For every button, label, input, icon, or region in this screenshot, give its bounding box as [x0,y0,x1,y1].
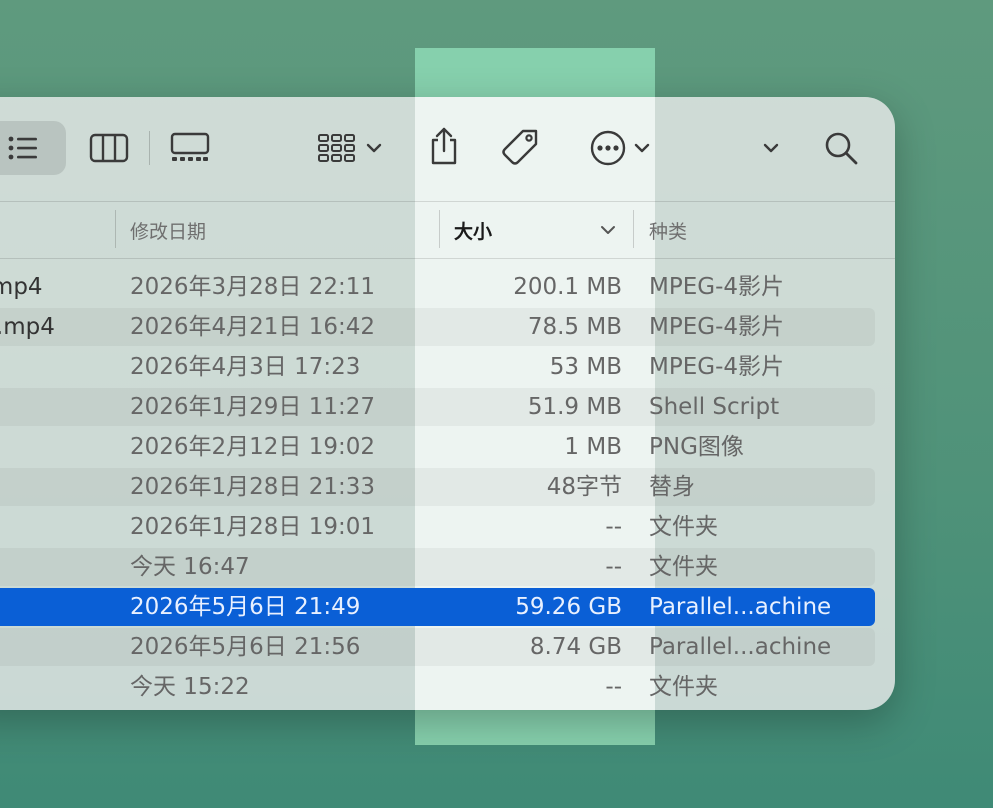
gallery-view-icon [170,132,210,161]
file-date: 2026年4月3日 17:23 [130,354,361,380]
file-row[interactable]: 9].mp4 2026年3月28日 22:11 200.1 MB MPEG-4影… [0,268,875,306]
expand-chevron-icon [763,143,779,153]
search-icon [825,132,858,165]
file-name [0,468,110,506]
file-date: 2026年5月6日 21:49 [130,594,361,620]
file-row-selected[interactable]: 2026年5月6日 21:49 59.26 GB Parallel...achi… [0,588,875,626]
file-kind: Parallel...achine [649,594,832,620]
chevron-down-icon [634,143,650,153]
file-kind: Shell Script [649,394,780,420]
file-kind: MPEG-4影片 [649,354,785,380]
file-size: -- [605,554,622,580]
file-date: 2026年1月29日 11:27 [130,394,376,420]
file-size: 200.1 MB [513,274,622,300]
file-date: 今天 16:47 [130,554,250,580]
finder-window: 修改日期 大小 种类 9].mp4 2026年3月28日 22:11 200.1… [0,97,895,710]
file-size: -- [605,514,622,540]
file-row[interactable]: 2026年1月28日 21:33 48字节 替身 [0,468,875,506]
file-name [0,388,110,426]
file-date: 2026年5月6日 21:56 [130,634,361,660]
kind-column-header[interactable]: 种类 [649,202,687,258]
list-view-icon [8,136,37,160]
column-view-button[interactable] [84,127,134,169]
expand-toolbar-button[interactable] [756,133,786,163]
tag-button[interactable] [498,125,544,171]
file-row[interactable]: 今天 16:47 -- 文件夹 [0,548,875,586]
chevron-down-icon [366,143,382,153]
group-button[interactable] [310,127,390,169]
file-row[interactable]: La].mp4 2026年4月21日 16:42 78.5 MB MPEG-4影… [0,308,875,346]
more-icon [590,130,626,166]
file-name [0,548,110,586]
sort-descending-icon [601,226,615,234]
file-kind: 文件夹 [649,514,718,540]
size-column-header[interactable]: 大小 [454,202,616,258]
share-icon [431,127,457,165]
file-row[interactable]: 2026年4月3日 17:23 53 MB MPEG-4影片 [0,348,875,386]
file-date: 2026年2月12日 19:02 [130,434,376,460]
file-size: 51.9 MB [527,394,622,420]
search-button[interactable] [820,127,862,169]
file-name [0,428,110,466]
file-name [0,628,110,666]
column-view-icon [89,133,129,163]
file-size: 59.26 GB [515,594,622,620]
file-kind: PNG图像 [649,434,744,460]
file-kind: MPEG-4影片 [649,314,785,340]
file-size: -- [605,674,622,700]
file-name [0,508,110,546]
file-row[interactable]: 2026年1月28日 19:01 -- 文件夹 [0,508,875,546]
file-date: 2026年3月28日 22:11 [130,274,376,300]
more-actions-button[interactable] [582,127,658,169]
file-kind: Parallel...achine [649,634,832,660]
file-row[interactable]: 今天 15:22 -- 文件夹 [0,668,875,706]
file-kind: MPEG-4影片 [649,274,785,300]
toolbar [0,97,895,201]
file-size: 1 MB [564,434,622,460]
date-column-header[interactable]: 修改日期 [130,202,206,258]
file-date: 2026年4月21日 16:42 [130,314,376,340]
file-date: 2026年1月28日 19:01 [130,514,376,540]
gallery-view-button[interactable] [165,127,215,169]
tag-icon [502,129,538,165]
file-size: 78.5 MB [527,314,622,340]
file-size: 53 MB [549,354,622,380]
file-name [0,348,110,386]
group-icon [318,134,355,162]
file-row[interactable]: 2026年1月29日 11:27 51.9 MB Shell Script [0,388,875,426]
file-kind: 文件夹 [649,554,718,580]
file-name [0,588,110,626]
file-date: 2026年1月28日 21:33 [130,474,376,500]
file-row[interactable]: 2026年2月12日 19:02 1 MB PNG图像 [0,428,875,466]
file-kind: 文件夹 [649,674,718,700]
size-column-label: 大小 [454,220,493,243]
list-view-button[interactable] [0,121,66,175]
file-kind: 替身 [649,474,695,500]
share-button[interactable] [422,123,466,169]
file-row[interactable]: 2026年5月6日 21:56 8.74 GB Parallel...achin… [0,628,875,666]
file-name: 9].mp4 [0,274,43,300]
file-size: 48字节 [546,474,622,500]
kind-column-label: 种类 [649,220,688,243]
file-name: La].mp4 [0,314,55,340]
file-date: 今天 15:22 [130,674,250,700]
file-size: 8.74 GB [529,634,622,660]
column-header: 修改日期 大小 种类 [0,201,895,259]
date-column-label: 修改日期 [130,220,207,243]
file-name [0,668,110,706]
